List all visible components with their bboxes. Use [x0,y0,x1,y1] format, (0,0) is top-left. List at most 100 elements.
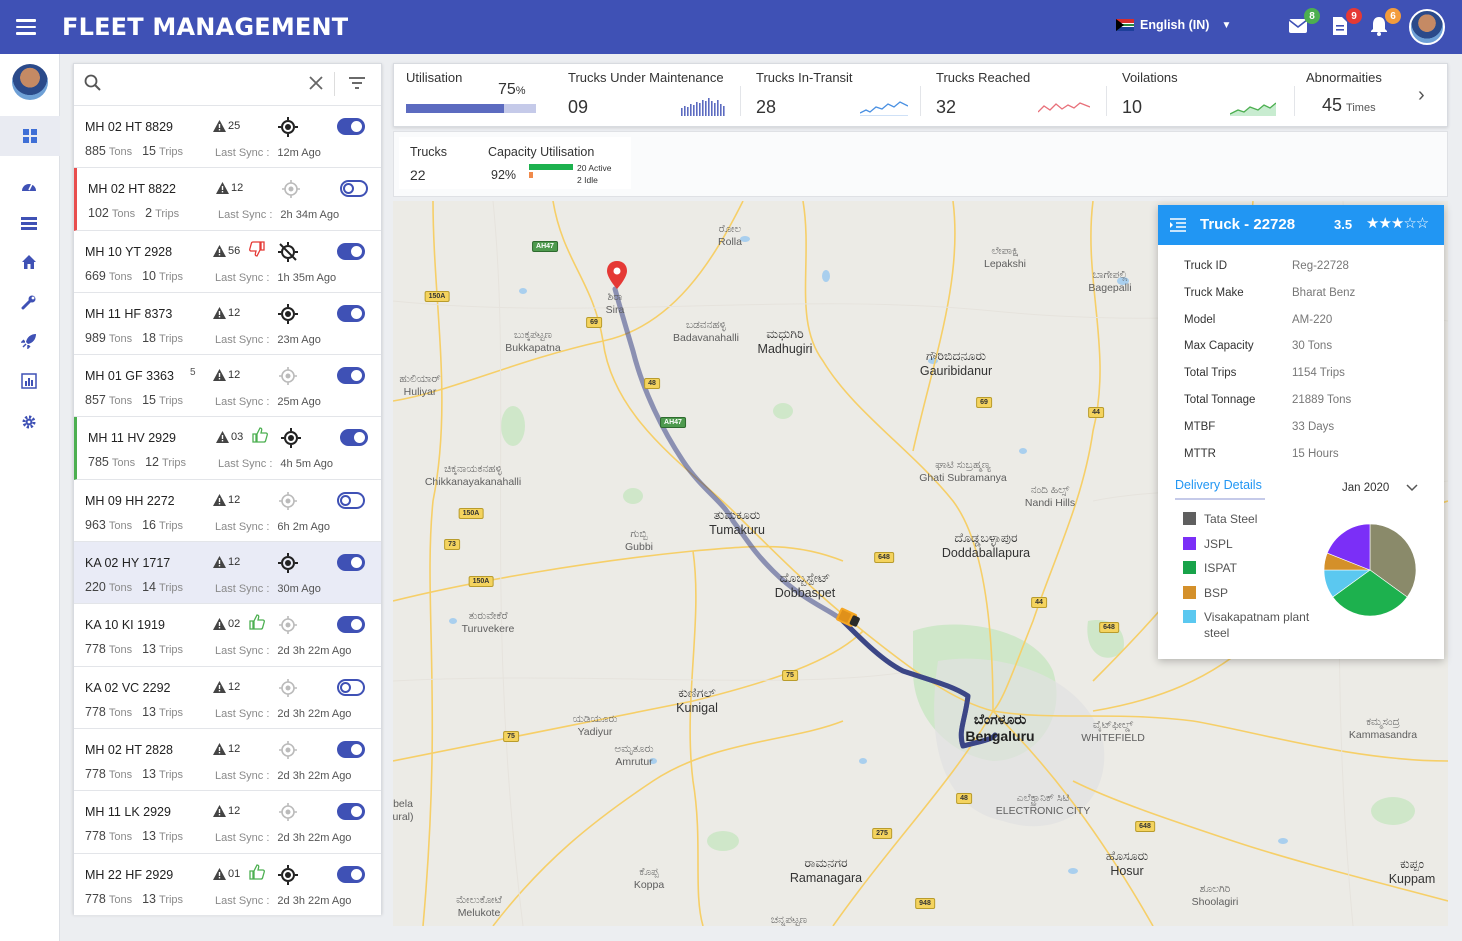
tracking-toggle[interactable] [337,242,365,260]
tons-value: 778 [85,642,106,657]
tracking-toggle[interactable] [337,367,365,385]
sidebar-item-dashboard[interactable] [0,116,60,156]
close-icon[interactable] [308,75,324,91]
map-place-native: ಗೌರಿಬಿದನೂರು [925,349,987,363]
sidebar-item-home[interactable] [18,251,40,273]
sidebar-avatar[interactable] [12,64,48,100]
tracking-toggle[interactable] [337,678,365,696]
truck-id: MH 02 HT 8829 [85,120,174,134]
last-sync-value: 23m Ago [277,333,321,346]
documents-button[interactable]: 9 [1328,8,1362,38]
tracking-toggle[interactable] [337,865,365,883]
truck-row[interactable]: MH 01 GF 3363 5 12 857 Tons 15 Trips Last Sync … [74,355,381,418]
delivery-pie-chart[interactable] [1320,520,1420,620]
last-sync: Last Sync : 12m Ago [215,147,321,159]
trips-unit: Trips [159,582,184,595]
truck-id: MH 09 HH 2272 [85,493,175,508]
tracking-toggle[interactable] [337,616,365,634]
tab-delivery-details[interactable]: Delivery Details [1175,478,1265,500]
locate-truck-icon[interactable] [277,739,299,766]
kpi-reached[interactable]: Trucks Reached 32 [924,64,1104,128]
alert-count: 03 [216,431,244,444]
notifications-button[interactable]: 6 [1367,8,1401,38]
highway-shield: 648 [874,552,894,563]
truck-row[interactable]: KA 02 HY 1717 12 220 Tons 14 Trips Last Sync :… [74,542,381,605]
map-place-label: ಚನ್ನಪಟ್ಟಣChannapatna [757,914,820,926]
truck-marker-icon[interactable] [833,606,863,632]
truck-row[interactable]: MH 09 HH 2272 12 963 Tons 16 Trips Last Sync :… [74,479,381,543]
user-avatar[interactable] [1409,9,1445,45]
map-place-label: ಬಾಗೇಪಲ್ಲಿ Bagepalli [1088,269,1131,294]
truck-row[interactable]: MH 11 HF 8373 12 989 Tons 18 Trips Last Sync :… [74,292,381,356]
menu-icon[interactable] [0,0,52,54]
truck-row[interactable]: MH 02 HT 2828 12 778 Tons 13 Trips Last Sync :… [74,728,381,792]
locate-truck-icon[interactable] [277,614,299,641]
locate-truck-icon[interactable] [277,241,299,268]
last-sync: Last Sync : 6h 2m Ago [215,521,330,533]
sidebar-item-speedometer[interactable] [18,175,40,197]
tracking-toggle[interactable] [337,740,365,758]
sidebar-item-settings[interactable] [18,411,40,433]
collapse-panel-icon[interactable] [1169,217,1187,233]
locate-truck-icon[interactable] [280,178,302,205]
truck-row[interactable]: KA 10 KI 1919 02 778 Tons 13 Trips Last Sync :… [74,604,381,667]
truck-row[interactable]: MH 02 HT 8822 12 102 Tons 2 Trips Last Sync : 2… [74,168,381,231]
sidebar-item-trips[interactable] [18,330,40,352]
search-input[interactable] [108,74,328,96]
tracking-toggle[interactable] [337,304,365,322]
sidebar-item-storage[interactable] [18,212,40,234]
locate-truck-icon[interactable] [277,552,299,579]
tracking-toggle[interactable] [340,429,368,447]
locate-truck-icon[interactable] [277,801,299,828]
map-place-english: Ramanagara [789,871,863,885]
sidebar-item-reports[interactable] [18,370,40,392]
truck-load: 778 Tons 13 Trips [85,829,193,843]
locate-truck-icon[interactable] [277,864,299,891]
trips-value: 14 [142,580,157,595]
map-place-native: ಘಾಟಿ ಸುಬ್ರಹ್ಮಣ್ಯ [935,459,991,471]
alert-count: 56 [213,244,240,257]
truck-row[interactable]: MH 22 HF 2929 01 778 Tons 13 Trips Last Sync :… [74,853,381,916]
highway-shield: 44 [1031,597,1047,608]
truck-row[interactable]: MH 11 HV 2929 03 785 Tons 12 Trips Last Sync :… [74,417,381,480]
tracking-toggle[interactable] [337,554,365,572]
month-selector[interactable]: Jan 2020 [1342,482,1389,494]
alert-count: 12 [213,805,240,818]
truck-row[interactable]: KA 02 VC 2292 12 778 Tons 13 Trips Last Sync :… [74,666,381,729]
kpi-abnormalities[interactable]: Abnormaities 45 Times [1294,64,1414,128]
start-location-pin-icon[interactable] [607,261,627,289]
kpi-violations-value: 10 [1122,97,1143,117]
trips-unit: Trips [159,768,184,781]
tons-unit: Tons [108,519,133,532]
wrench-icon [21,295,36,310]
language-selector[interactable]: English (IN) ▼ [1116,18,1231,32]
locate-truck-icon[interactable] [277,303,299,330]
alert-count-value: 03 [231,431,244,444]
map-place-english: Madhugiri [757,342,813,356]
sidebar-item-maintenance[interactable] [18,291,40,313]
kpi-in-transit[interactable]: Trucks In-Transit 28 [744,64,919,128]
locate-truck-icon[interactable] [280,427,302,454]
kpi-maintenance[interactable]: Trucks Under Maintenance 09 [556,64,736,128]
chevron-down-icon[interactable] [1406,484,1418,492]
tracking-toggle[interactable] [337,803,365,821]
locate-truck-icon[interactable] [277,677,299,704]
locate-truck-icon[interactable] [277,490,299,517]
info-label: Truck Make [1184,286,1244,299]
truck-row[interactable]: MH 10 YT 2928 56 669 Tons 10 Trips Last Sync :… [74,230,381,293]
truck-row[interactable]: MH 02 HT 8829 25 885 Tons 15 Trips Last Sync :… [74,106,381,169]
locate-truck-icon[interactable] [277,365,299,392]
mail-button[interactable]: 8 [1286,8,1320,38]
filter-icon[interactable] [348,76,366,90]
tons-unit: Tons [108,146,133,158]
tracking-toggle[interactable] [337,491,365,509]
active-bar [529,164,573,170]
kpi-violations[interactable]: Voilations 10 [1110,64,1290,128]
search-icon[interactable] [84,74,102,92]
truck-row[interactable]: MH 11 LK 2929 12 778 Tons 13 Trips Last Sync :… [74,791,381,854]
chevron-right-icon[interactable]: › [1418,84,1425,107]
kpi-utilisation[interactable]: Utilisation 75% [394,64,549,128]
tracking-toggle[interactable] [337,118,365,135]
locate-truck-icon[interactable] [277,116,299,143]
tracking-toggle[interactable] [340,180,368,198]
